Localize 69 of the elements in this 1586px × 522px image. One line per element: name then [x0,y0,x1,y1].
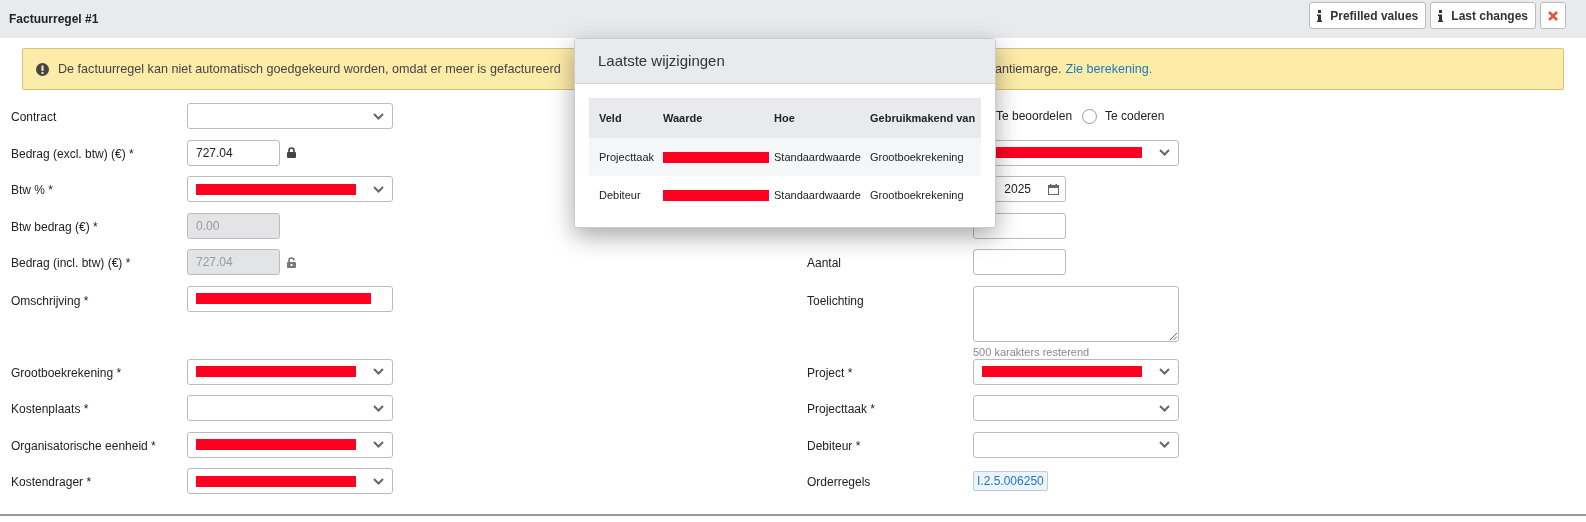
input-field[interactable] [973,249,1066,276]
field-label: Orderregels [807,475,871,490]
column-header: Veld [599,111,622,124]
textarea-field[interactable] [973,285,1179,342]
table-cell: Grootboekrekening [870,150,964,163]
alert-text: De factuurregel kan niet automatisch goedgekeurd worden, omdat er meer is gefactureerd [58,60,561,78]
exclamation-circle-icon [36,62,49,76]
chevron-down-icon [1159,441,1170,449]
select-field[interactable] [973,358,1179,385]
field-label: Debiteur * [807,438,861,453]
chevron-down-icon [373,477,384,485]
info-icon [1438,9,1444,22]
table-cell: Standaardwaarde [774,188,861,201]
input-field[interactable] [187,285,393,312]
table-cell: Projecttaak [599,150,655,163]
select-field[interactable] [187,176,393,203]
chevron-down-icon [373,404,384,412]
field-label: Project * [807,365,853,380]
column-header: Hoe [774,111,795,124]
field-label: Projecttaak * [807,402,876,417]
field-label: Organisatorische eenheid * [11,438,156,453]
field-label: Contract [11,110,57,125]
chevron-down-icon [1159,404,1170,412]
order-line-link[interactable]: I.2.5.006250 [973,471,1048,492]
field-label: Kostendrager * [11,475,92,490]
table-cell: Standaardwaarde [774,150,861,163]
select-field[interactable] [187,358,393,385]
calculation-link[interactable]: Zie berekening. [1065,59,1153,79]
dialog-title: Factuurregel #1 [9,11,99,28]
radio-label: Te beoordelen [996,108,1073,126]
select-field[interactable] [187,468,393,495]
table-cell: Grootboekrekening [870,188,964,201]
field-label: Btw bedrag (€) * [11,219,98,234]
field-label: Omschrijving * [11,293,89,308]
select-field[interactable] [973,395,1179,422]
radio-label: Te coderen [1105,108,1165,126]
field-label: Grootboekrekening * [11,365,122,380]
select-field[interactable] [973,431,1179,458]
field-label: Toelichting [807,293,864,308]
info-icon [1317,9,1323,22]
field-label: Kostenplaats * [11,402,89,417]
alert-text: antiemarge. [995,60,1062,78]
calendar-icon [1048,183,1059,195]
column-header: Gebruikmakend van [870,111,976,124]
chevron-down-icon [1159,149,1170,157]
chevron-down-icon [373,112,384,120]
chevron-down-icon [373,441,384,449]
popover-title: Laatste wijzigingen [598,50,725,71]
chevron-down-icon [373,185,384,193]
chevron-down-icon [1159,368,1170,376]
info-button[interactable]: Prefilled values [1309,2,1427,29]
close-icon [1548,10,1558,21]
info-button[interactable]: Last changes [1430,2,1536,29]
chevron-down-icon [373,368,384,376]
column-header: Waarde [663,111,703,124]
select-field[interactable] [187,431,393,458]
radio-button[interactable] [1082,108,1098,124]
resize-handle-icon [1170,332,1177,340]
table-cell: Debiteur [599,188,641,201]
input-field[interactable]: 727.04 [187,139,280,166]
field-label: Btw % * [11,183,53,198]
field-label: Bedrag (excl. btw) (€) * [11,146,134,161]
select-field[interactable] [187,395,393,422]
select-field[interactable] [187,103,393,130]
date-value: 2025 [1004,181,1031,199]
character-count-hint: 500 karakters resterend [973,344,1091,360]
close-button[interactable] [1540,2,1566,29]
field-label: Aantal [807,256,842,271]
field-label: Bedrag (incl. btw) (€) * [11,256,131,271]
